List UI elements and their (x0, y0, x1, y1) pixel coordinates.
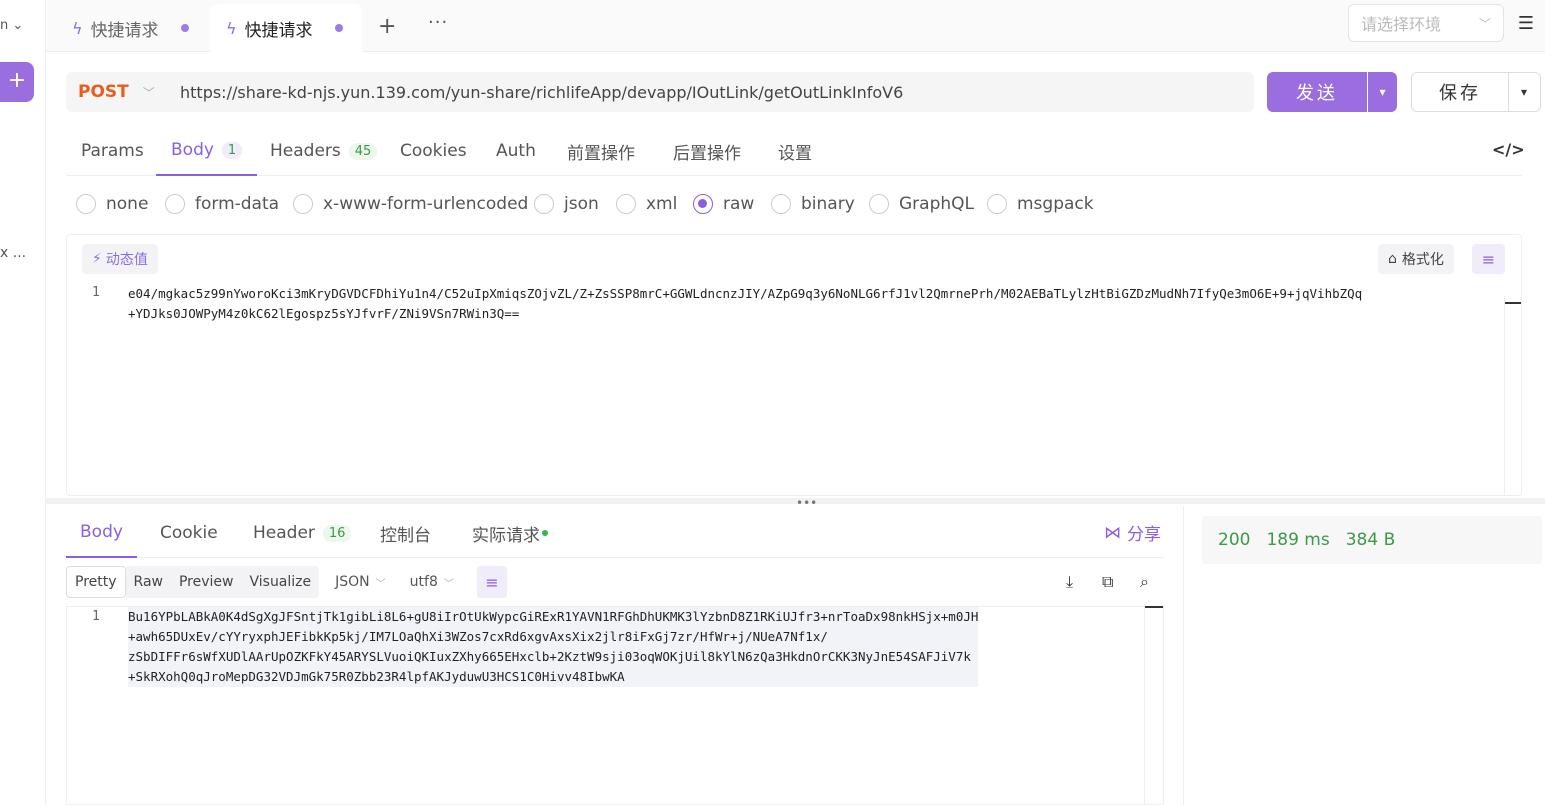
response-tabs (66, 508, 1164, 558)
copy-icon[interactable]: ⧉ (1102, 572, 1113, 592)
left-sidebar (0, 0, 46, 805)
save-button[interactable]: 保存 (1411, 72, 1509, 112)
tab-request-1[interactable]: ϟ 快捷请求 (56, 4, 205, 52)
tab-settings[interactable]: 设置 (778, 126, 812, 176)
status-dot-icon (542, 530, 548, 536)
send-dropdown-button[interactable]: ▾ (1368, 72, 1397, 112)
headers-count-badge: 45 (348, 142, 378, 160)
tab-body[interactable]: Body 1 (156, 126, 258, 176)
tab-pre-operations[interactable]: 前置操作 (567, 126, 635, 176)
response-status-card: 200 189 ms 384 B (1202, 516, 1542, 564)
share-icon: ⋈ (1104, 522, 1121, 543)
code-icon[interactable]: </> (1492, 140, 1525, 159)
line-number: 1 (92, 285, 100, 300)
share-button[interactable]: ⋈ 分享 (1104, 520, 1161, 546)
tab-params[interactable]: Params (81, 126, 144, 176)
radio-xml[interactable]: xml (616, 194, 677, 214)
unsaved-dot-icon (180, 24, 189, 32)
add-tab-button[interactable]: + (378, 14, 396, 39)
chevron-down-icon: ﹀ (443, 578, 454, 590)
tab-cookies[interactable]: Cookies (400, 126, 467, 176)
sidebar-truncated-item[interactable]: x ... (0, 245, 26, 261)
response-tab-console[interactable]: 控制台 (380, 508, 431, 558)
panel-divider (1183, 506, 1184, 805)
response-scrollbar[interactable] (1144, 606, 1164, 805)
response-body-content[interactable]: Bu16YPbLABkA0K4dSgXgJFSntjTk1gibLi8L6+gU… (128, 607, 979, 687)
radio-binary[interactable]: binary (771, 194, 855, 214)
radio-msgpack[interactable]: msgpack (987, 194, 1094, 214)
bolt-icon: ϟ (72, 18, 83, 38)
search-icon[interactable]: ⌕ (1140, 572, 1149, 592)
radio-json[interactable]: json (534, 194, 599, 214)
view-preview[interactable]: Preview (170, 566, 242, 598)
tab-label: 快捷请求 (244, 20, 313, 41)
method-select[interactable]: POST ﹀ (66, 72, 164, 112)
chevron-down-icon: ﹀ (142, 85, 155, 100)
radio-none[interactable]: none (76, 194, 148, 214)
word-wrap-icon[interactable]: ≡ (1472, 244, 1505, 274)
response-tab-header[interactable]: Header 16 (253, 508, 352, 558)
tab-label: 快捷请求 (90, 20, 159, 41)
radio-raw[interactable]: raw (693, 194, 754, 214)
response-tab-actual-request[interactable]: 实际请求 (472, 508, 548, 558)
environment-select[interactable]: 请选择环境 ﹀ (1348, 4, 1504, 42)
sidebar-add-button[interactable]: + (0, 62, 34, 102)
response-tab-body[interactable]: Body (66, 508, 137, 558)
request-body-editor[interactable] (66, 234, 1522, 496)
radio-urlencoded[interactable]: x-www-form-urlencoded (293, 194, 528, 214)
sidebar-top-dropdown[interactable]: n ⌄ (0, 18, 23, 33)
magic-wand-icon: ⚡ (92, 251, 102, 267)
status-code: 200 (1218, 530, 1251, 550)
response-size: 384 B (1345, 530, 1396, 550)
menu-icon[interactable]: ☰ (1507, 4, 1545, 42)
tab-post-operations[interactable]: 后置操作 (673, 126, 741, 176)
view-visualize[interactable]: Visualize (241, 566, 320, 598)
send-button[interactable]: 发送 (1267, 72, 1367, 112)
editor-scrollbar[interactable] (1504, 296, 1521, 496)
chevron-down-icon: ﹀ (375, 578, 386, 590)
format-icon: ⌂ (1388, 251, 1397, 267)
chevron-down-icon: ﹀ (1478, 16, 1491, 31)
download-icon[interactable]: ⤓ (1066, 572, 1073, 592)
tab-headers[interactable]: Headers 45 (270, 126, 378, 176)
word-wrap-icon[interactable]: ≡ (477, 566, 507, 598)
response-view-toolbar: Pretty Raw Preview Visualize JSON ﹀ utf8 ﹀ (66, 566, 454, 598)
format-select[interactable]: JSON ﹀ (335, 574, 386, 590)
chevron-down-icon: ▾ (1520, 85, 1528, 99)
header-count-badge: 16 (322, 524, 352, 542)
request-body-content[interactable]: e04/mgkac5z99nYworoKci3mKryDGVDCFDhiYu1n… (128, 284, 1362, 324)
more-tabs-button[interactable]: ··· (428, 12, 448, 33)
format-button[interactable]: ⌂ 格式化 (1378, 244, 1454, 274)
view-raw[interactable]: Raw (125, 566, 171, 598)
tab-auth[interactable]: Auth (496, 126, 536, 176)
tab-request-2[interactable]: ϟ 快捷请求 (210, 4, 362, 52)
url-input[interactable]: https://share-kd-njs.yun.139.com/yun-sha… (164, 72, 1254, 112)
line-number: 1 (92, 609, 100, 624)
chevron-down-icon: ▾ (1379, 85, 1386, 99)
save-dropdown-button[interactable]: ▾ (1508, 72, 1541, 112)
response-tab-cookie[interactable]: Cookie (160, 508, 218, 558)
bolt-icon: ϟ (226, 18, 237, 38)
dynamic-value-button[interactable]: ⚡ 动态值 (82, 244, 158, 274)
view-pretty[interactable]: Pretty (66, 566, 126, 598)
radio-graphql[interactable]: GraphQL (869, 194, 974, 214)
encoding-select[interactable]: utf8 ﹀ (410, 574, 454, 590)
response-time: 189 ms (1266, 530, 1330, 550)
unsaved-dot-icon (334, 24, 343, 32)
radio-form-data[interactable]: form-data (165, 194, 279, 214)
body-count-badge: 1 (221, 141, 243, 159)
